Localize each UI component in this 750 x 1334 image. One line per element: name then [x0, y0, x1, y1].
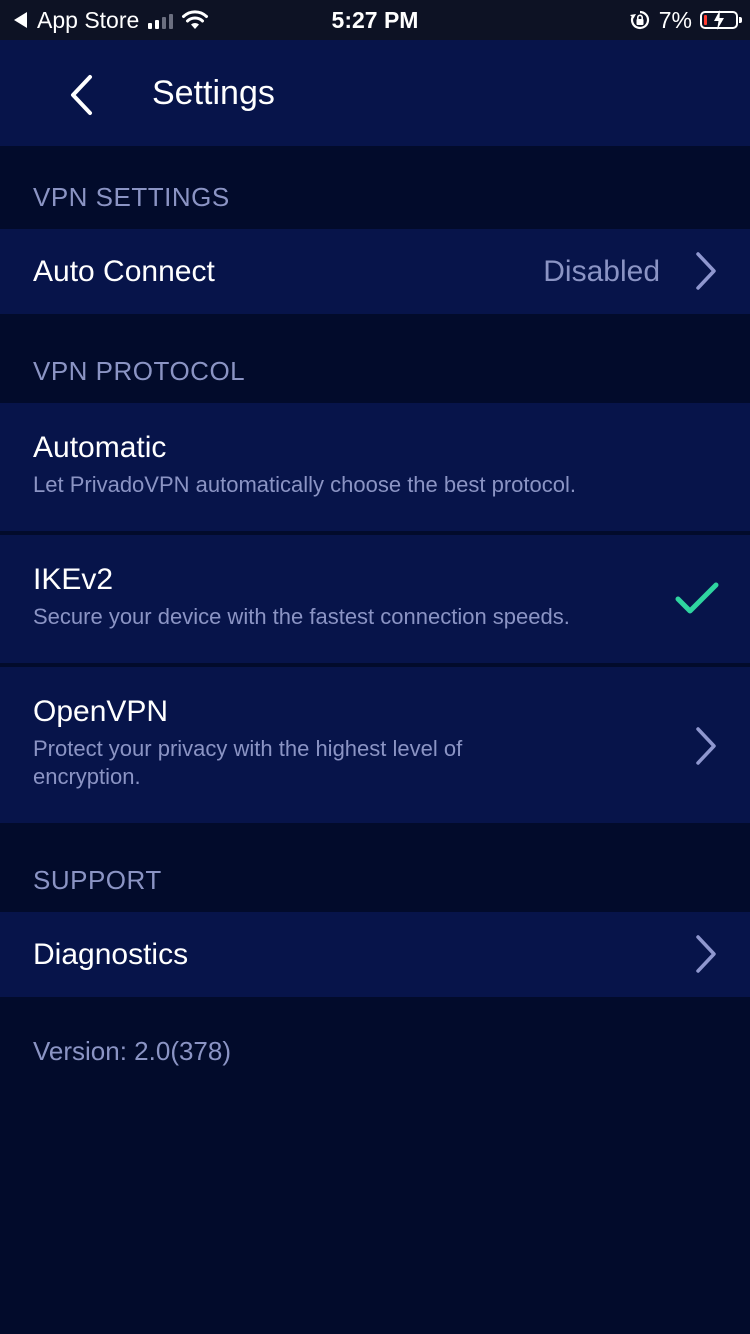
section-label-vpn-settings: VPN SETTINGS [33, 182, 230, 212]
auto-connect-label: Auto Connect [33, 255, 215, 288]
status-bar-right: 7% [629, 0, 742, 40]
bolt-icon [714, 10, 724, 30]
protocol-openvpn-subtitle-line1: Protect your privacy with the highest le… [33, 736, 463, 761]
battery-tip [739, 17, 742, 23]
battery-charging-icon [700, 10, 742, 30]
auto-connect-row[interactable]: Auto Connect Disabled [0, 229, 750, 314]
protocol-ikev2-title: IKEv2 [33, 563, 114, 596]
battery-level [704, 15, 707, 25]
protocol-automatic-subtitle: Let PrivadoVPN automatically choose the … [33, 472, 576, 497]
battery-percent: 7% [658, 6, 692, 33]
protocol-row-ikev2[interactable]: IKEv2 Secure your device with the fastes… [0, 535, 750, 663]
protocol-row-openvpn[interactable]: OpenVPN Protect your privacy with the hi… [0, 667, 750, 823]
page-title: Settings [152, 74, 275, 112]
back-button[interactable] [56, 70, 106, 120]
section-label-support: SUPPORT [33, 865, 162, 895]
protocol-ikev2-subtitle: Secure your device with the fastest conn… [33, 604, 570, 629]
chevron-left-icon [71, 75, 92, 115]
protocol-openvpn-subtitle-line2: encryption. [33, 764, 141, 789]
nav-header: Settings [0, 40, 750, 146]
protocol-row-automatic[interactable]: Automatic Let PrivadoVPN automatically c… [0, 403, 750, 531]
protocol-openvpn-title: OpenVPN [33, 695, 169, 728]
section-label-vpn-protocol: VPN PROTOCOL [33, 356, 246, 386]
chevron-right-icon [696, 935, 716, 973]
auto-connect-value: Disabled [543, 255, 660, 288]
chevron-right-icon [696, 727, 716, 765]
chevron-right-icon [696, 252, 716, 290]
status-bar: App Store 5:27 PM 7% [0, 0, 750, 40]
orientation-lock-icon [629, 10, 649, 30]
app-version: Version: 2.0(378) [33, 1036, 232, 1066]
protocol-automatic-title: Automatic [33, 431, 167, 464]
diagnostics-row[interactable]: Diagnostics [0, 912, 750, 997]
diagnostics-label: Diagnostics [33, 938, 189, 971]
checkmark-icon [675, 582, 719, 614]
